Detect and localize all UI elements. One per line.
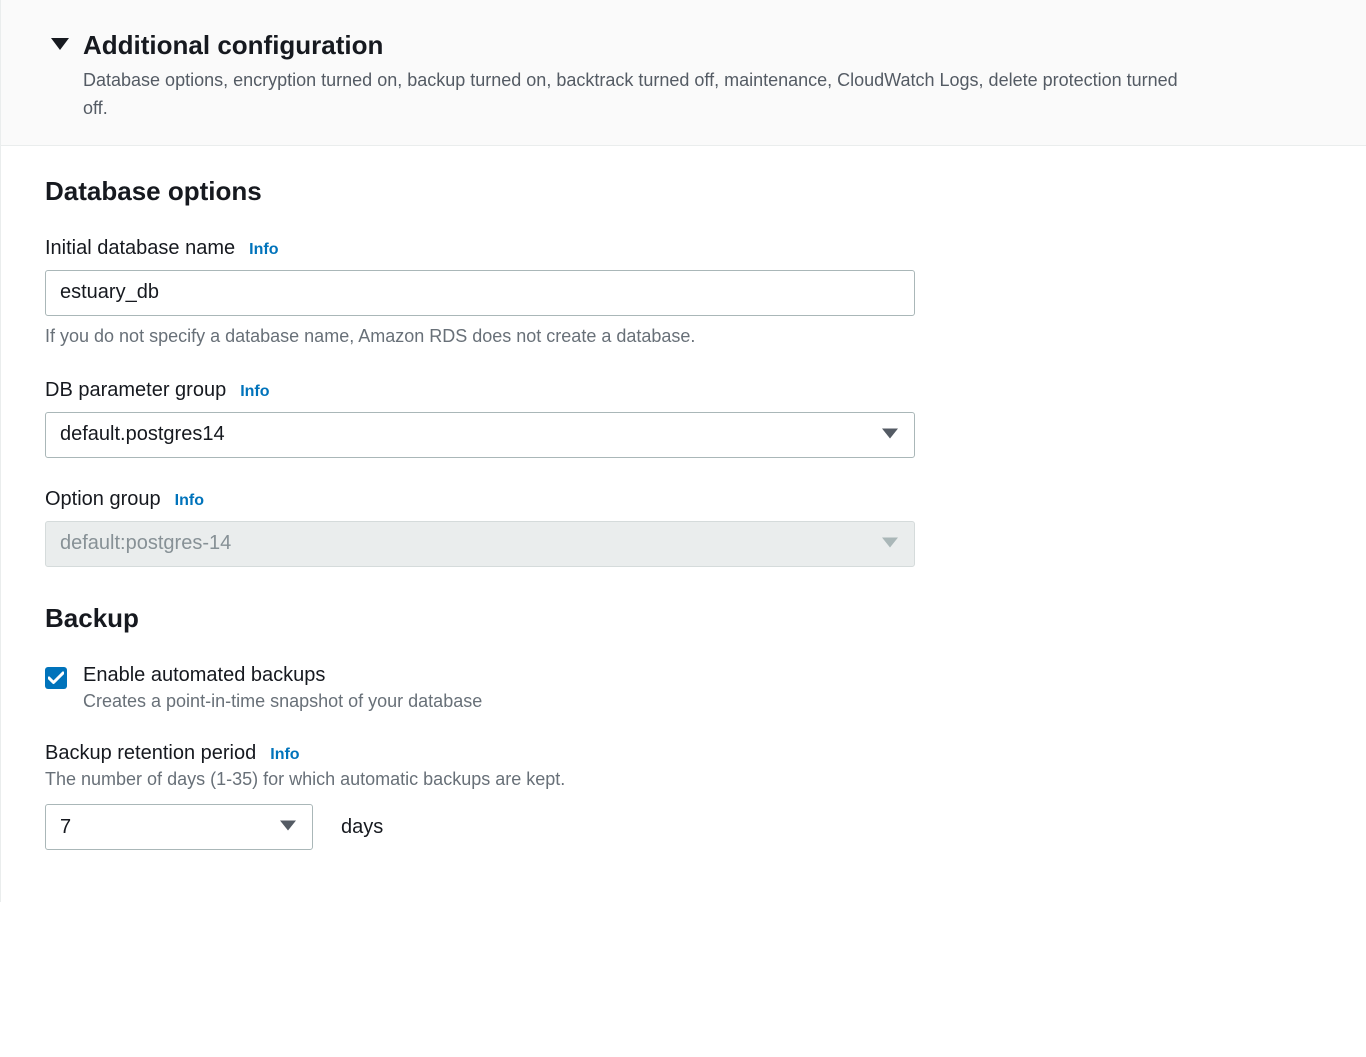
initial-db-name-info-link[interactable]: Info (249, 241, 278, 259)
db-parameter-group-select[interactable]: default.postgres14 (45, 412, 915, 458)
backup-retention-select[interactable]: 7 (45, 804, 313, 850)
database-options-heading: Database options (45, 176, 1326, 207)
caret-down-icon (51, 38, 69, 52)
initial-db-name-input[interactable] (45, 270, 915, 316)
option-group-info-link[interactable]: Info (175, 492, 204, 510)
backup-retention-label: Backup retention period (45, 742, 256, 765)
initial-db-name-label: Initial database name (45, 237, 235, 260)
additional-config-header[interactable]: Additional configuration Database option… (0, 0, 1366, 146)
enable-automated-backups-checkbox[interactable] (45, 667, 67, 689)
panel-title: Additional configuration (83, 30, 1183, 61)
enable-automated-backups-label: Enable automated backups (83, 664, 482, 687)
checkmark-icon (48, 671, 64, 685)
backup-retention-helper: The number of days (1-35) for which auto… (45, 767, 1326, 792)
chevron-down-icon (882, 532, 898, 555)
enable-automated-backups-helper: Creates a point-in-time snapshot of your… (83, 691, 482, 712)
panel-subtitle: Database options, encryption turned on, … (83, 67, 1183, 123)
chevron-down-icon (882, 423, 898, 446)
backup-heading: Backup (45, 603, 1326, 634)
initial-db-name-helper: If you do not specify a database name, A… (45, 324, 1326, 349)
option-group-select: default:postgres-14 (45, 521, 915, 567)
backup-retention-info-link[interactable]: Info (270, 746, 299, 764)
backup-retention-value: 7 (60, 816, 71, 839)
option-group-label: Option group (45, 488, 161, 511)
backup-retention-unit: days (341, 816, 383, 839)
db-parameter-group-info-link[interactable]: Info (240, 383, 269, 401)
db-parameter-group-value: default.postgres14 (60, 423, 225, 446)
db-parameter-group-label: DB parameter group (45, 379, 226, 402)
option-group-value: default:postgres-14 (60, 532, 231, 555)
chevron-down-icon (280, 816, 296, 839)
